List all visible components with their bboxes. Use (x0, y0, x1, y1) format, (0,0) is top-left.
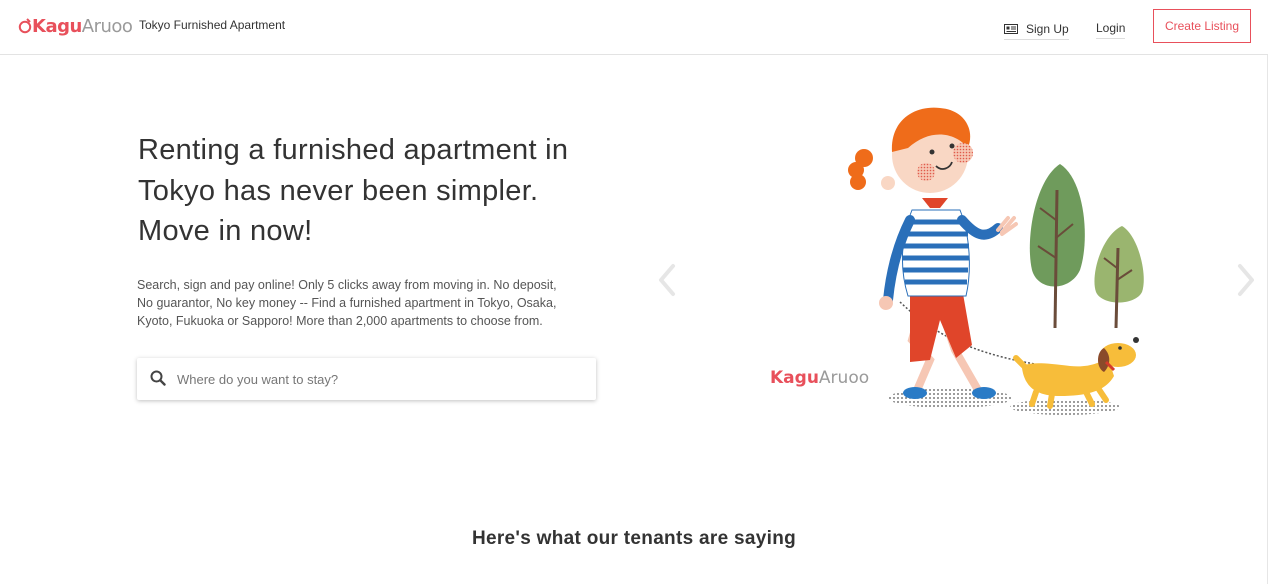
hero-description-line: Search, sign and pay online! Only 5 clic… (137, 278, 557, 292)
chevron-left-icon (659, 264, 675, 296)
dog (1013, 337, 1139, 409)
testimonials-title: Here's what our tenants are saying (471, 528, 797, 549)
search-icon (150, 370, 166, 386)
carousel-prev-button[interactable] (655, 262, 679, 303)
site-header: KaguAruoo Tokyo Furnished Apartment Sign… (0, 0, 1268, 55)
search-input[interactable] (177, 358, 587, 400)
carousel-next-button[interactable] (1234, 262, 1258, 303)
carousel-image-logo: KaguAruoo (770, 368, 869, 388)
logo-text: KaguAruoo (32, 15, 133, 37)
tree-large (1029, 164, 1085, 329)
hero-title-line: Tokyo has never been simpler. (138, 174, 539, 207)
create-listing-button[interactable]: Create Listing (1153, 9, 1251, 43)
id-card-icon (1004, 23, 1018, 34)
logo[interactable]: KaguAruoo (18, 15, 133, 37)
hero-title-line: Renting a furnished apartment in (138, 134, 569, 166)
hero-description-line: No guarantor, No key money -- Find a fur… (137, 296, 557, 310)
hero-illustration: KaguAruoo (770, 107, 1144, 415)
login-link[interactable]: Login (1096, 21, 1126, 39)
chevron-right-icon (1238, 264, 1254, 296)
tree-small (1094, 226, 1144, 329)
hero-description-line: Kyoto, Fukuoka or Sapporo! More than 2,0… (137, 314, 543, 328)
search-box[interactable] (137, 358, 596, 400)
signup-label: Sign Up (1026, 21, 1069, 36)
site-tagline: Tokyo Furnished Apartment (139, 18, 286, 32)
ring-logo-icon (18, 18, 32, 34)
signup-link[interactable]: Sign Up (1004, 20, 1069, 40)
hero-title: Renting a furnished apartment in Tokyo h… (138, 130, 608, 252)
hero-description: Search, sign and pay online! Only 5 clic… (137, 276, 597, 330)
hero-title-line: Move in now! (138, 215, 313, 247)
